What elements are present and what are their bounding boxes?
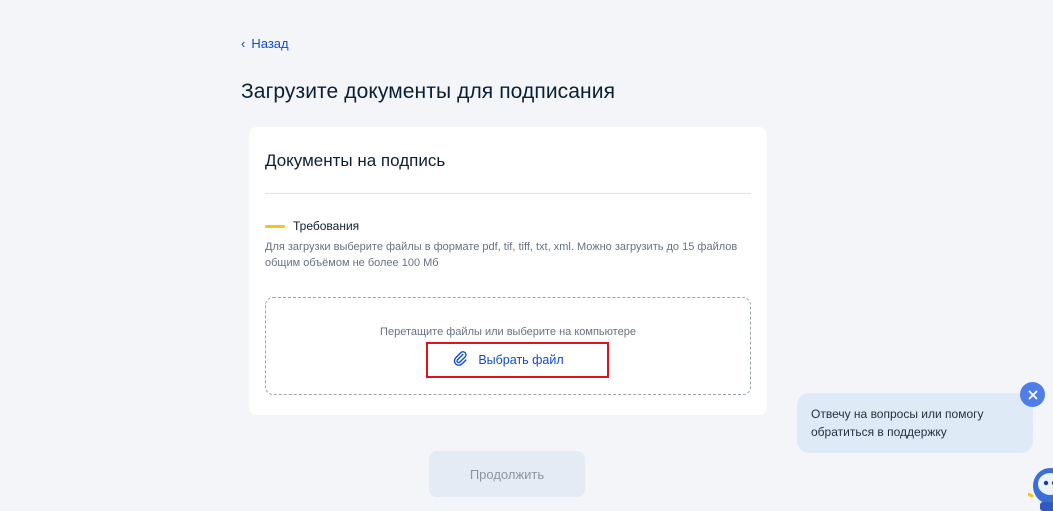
choose-file-button[interactable]: Выбрать файл <box>452 350 564 369</box>
card-title: Документы на подпись <box>265 151 446 170</box>
requirements-text: Для загрузки выберите файлы в формате pd… <box>265 241 738 269</box>
back-link-label: Назад <box>251 36 289 51</box>
chat-assistant-bubble[interactable]: Отвечу на вопросы или помогу обратиться … <box>797 393 1033 453</box>
requirements-title: Требования <box>293 219 360 233</box>
back-link[interactable]: ‹ Назад <box>241 36 289 51</box>
chevron-left-icon: ‹ <box>241 36 246 51</box>
requirements-heading: Требования <box>265 219 359 233</box>
close-icon[interactable] <box>1020 382 1045 407</box>
documents-card: Документы на подпись Требования Для загр… <box>249 127 767 415</box>
paperclip-icon <box>452 350 468 369</box>
page-title: Загрузите документы для подписания <box>241 80 616 103</box>
robot-assistant-icon[interactable] <box>1028 460 1053 511</box>
continue-button[interactable]: Продолжить <box>429 451 585 497</box>
choose-file-label: Выбрать файл <box>478 352 564 367</box>
file-dropzone[interactable]: Перетащите файлы или выберите на компьют… <box>265 297 751 395</box>
accent-bar <box>265 224 285 228</box>
divider <box>265 193 751 194</box>
dropzone-hint: Перетащите файлы или выберите на компьют… <box>380 326 636 338</box>
